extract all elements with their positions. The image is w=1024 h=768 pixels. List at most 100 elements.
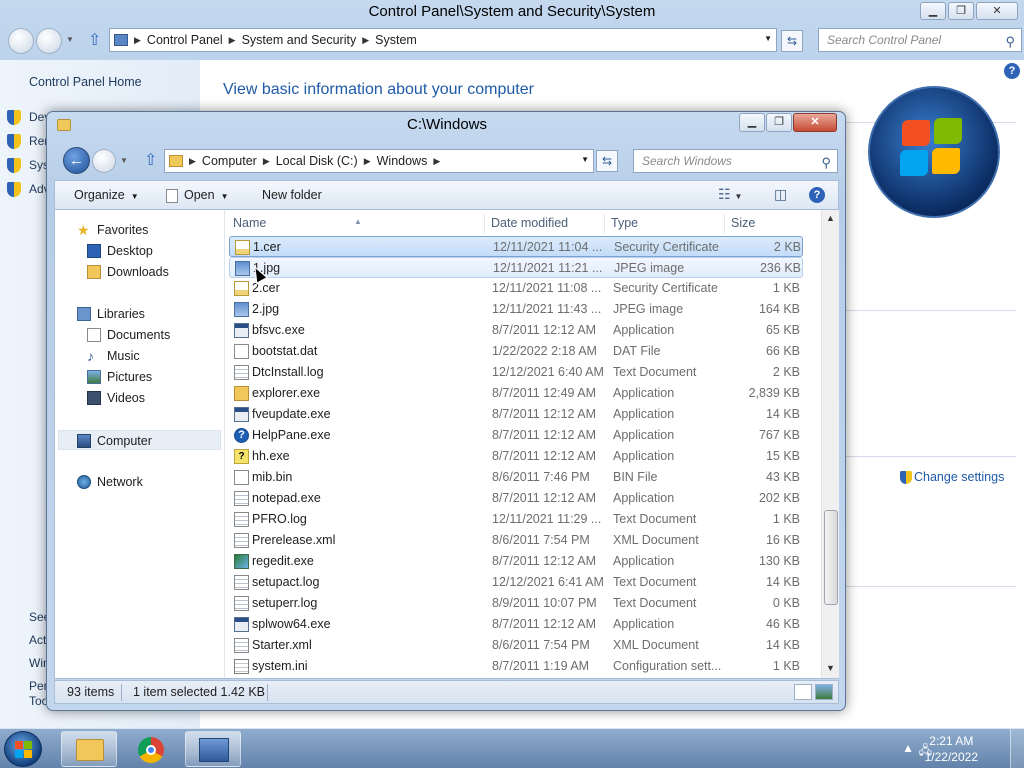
nav-favorites[interactable]: ★ Favorites (55, 220, 223, 240)
taskbar-explorer-button[interactable] (61, 731, 117, 767)
breadcrumb-separator-icon: ▶ (262, 155, 270, 166)
large-icons-view-icon[interactable] (815, 684, 833, 700)
change-view-icon[interactable]: ☷ ▼ (718, 186, 742, 203)
file-row[interactable]: notepad.exe 8/7/2011 12:12 AM Application 2… (229, 488, 803, 509)
recent-pages-chevron-icon[interactable]: ▼ (120, 156, 128, 165)
file-name: explorer.exe (252, 386, 321, 400)
file-row[interactable]: setupact.log 12/12/2021 6:41 AM Text Docum… (229, 572, 803, 593)
details-view-icon[interactable] (794, 684, 812, 700)
file-row[interactable]: Prerelease.xml 8/6/2011 7:54 PM XML Docume… (229, 530, 803, 551)
scroll-thumb[interactable] (824, 510, 838, 605)
file-row[interactable]: bfsvc.exe 8/7/2011 12:12 AM Application 65 … (229, 320, 803, 341)
address-bar[interactable]: ▶ Computer ▶ Local Disk (C:) ▶ Windows ▶… (164, 149, 594, 173)
nav-music[interactable]: ♪ Music (55, 346, 223, 366)
cp-search-input[interactable]: Search Control Panel ⚲ (818, 28, 1022, 52)
nav-documents[interactable]: Documents (55, 325, 223, 345)
cp-close-button[interactable]: ✕ (976, 2, 1018, 20)
crumb-local-disk[interactable]: Local Disk (C:) (270, 154, 364, 168)
column-header-type[interactable]: Type (607, 214, 725, 234)
help-icon[interactable]: ? (809, 187, 825, 203)
taskbar-control-panel-button[interactable] (185, 731, 241, 767)
clock[interactable]: 2:21 AM 1/22/2022 (925, 733, 978, 765)
file-row[interactable]: system.ini 8/7/2011 1:19 AM Configuration … (229, 656, 803, 677)
crumb-computer[interactable]: Computer (196, 154, 263, 168)
column-header-date[interactable]: Date modified (487, 214, 605, 234)
back-button[interactable]: ← (63, 147, 90, 174)
file-type: Application (613, 491, 675, 505)
file-date: 8/7/2011 12:12 AM (492, 428, 597, 442)
scroll-up-icon[interactable]: ▲ (826, 213, 835, 223)
folder-file-icon (234, 386, 249, 401)
change-settings-link[interactable]: Change settings (900, 470, 1004, 485)
file-row[interactable]: 1.cer 12/11/2021 11:04 ... Security Certif… (229, 236, 803, 257)
column-header-size[interactable]: Size (727, 214, 805, 234)
file-row[interactable]: setuperr.log 8/9/2011 10:07 PM Text Docume… (229, 593, 803, 614)
file-row[interactable]: 2.jpg 12/11/2021 11:43 ... JPEG image 164 K… (229, 299, 803, 320)
file-type: XML Document (613, 533, 699, 547)
cp-home-link[interactable]: Control Panel Home (29, 75, 142, 89)
cp-refresh-icon[interactable]: ⇆ (781, 30, 803, 52)
organize-button[interactable]: Organize ▼ (74, 188, 139, 202)
nav-videos[interactable]: Videos (55, 388, 223, 408)
file-row[interactable]: splwow64.exe 8/7/2011 12:12 AM Application… (229, 614, 803, 635)
nav-downloads[interactable]: Downloads (55, 262, 223, 282)
start-button[interactable] (4, 731, 42, 767)
chevron-down-icon: ▼ (220, 192, 229, 201)
vertical-scrollbar[interactable]: ▲ ▼ (821, 210, 839, 678)
cp-minimize-button[interactable]: ▁ (920, 2, 946, 20)
chevron-down-icon: ▼ (130, 192, 139, 201)
column-header-name[interactable]: Name ▲ (229, 214, 485, 234)
cp-up-arrow-icon[interactable]: ⇧ (88, 30, 101, 50)
file-type: Application (613, 449, 675, 463)
file-name: Prerelease.xml (252, 533, 336, 547)
file-type: Application (613, 386, 675, 400)
cp-back-button[interactable] (8, 28, 34, 54)
file-row[interactable]: 1.jpg 12/11/2021 11:21 ... JPEG image 236 K… (229, 257, 803, 278)
forward-button[interactable] (92, 149, 116, 173)
refresh-icon[interactable]: ⇆ (596, 150, 618, 172)
cp-maximize-button[interactable]: ❐ (948, 2, 974, 20)
taskbar-chrome-button[interactable] (123, 731, 179, 767)
new-folder-button[interactable]: New folder (262, 188, 322, 202)
file-row[interactable]: PFRO.log 12/11/2021 11:29 ... Text Documen… (229, 509, 803, 530)
crumb-windows[interactable]: Windows (371, 154, 434, 168)
minimize-button[interactable]: ▁ (739, 113, 765, 132)
file-row[interactable]: explorer.exe 8/7/2011 12:49 AM Application… (229, 383, 803, 404)
help-icon[interactable]: ? (1004, 63, 1020, 79)
open-button[interactable]: Open ▼ (166, 188, 229, 203)
logo-flag-red (902, 120, 930, 146)
cp-recent-chevron-icon[interactable]: ▼ (66, 35, 74, 44)
nav-computer[interactable]: Computer (58, 430, 221, 450)
cp-forward-button[interactable] (36, 28, 62, 54)
file-row[interactable]: regedit.exe 8/7/2011 12:12 AM Application 1… (229, 551, 803, 572)
cp-address-bar[interactable]: ▶ Control Panel ▶ System and Security ▶ … (109, 28, 777, 52)
scroll-down-icon[interactable]: ▼ (826, 663, 835, 673)
address-dropdown-icon[interactable]: ▼ (581, 155, 589, 164)
file-row[interactable]: ? HelpPane.exe 8/7/2011 12:12 AM Applicatio… (229, 425, 803, 446)
address-dropdown-icon[interactable]: ▼ (764, 34, 772, 43)
explorer-window-title: C:\Windows (406, 116, 488, 133)
maximize-button[interactable]: ❐ (766, 113, 792, 132)
file-size: 65 KB (765, 323, 800, 337)
show-hidden-icons[interactable]: ▲ (902, 741, 914, 755)
cp-crumb-control-panel[interactable]: Control Panel (141, 33, 229, 47)
file-row[interactable]: fveupdate.exe 8/7/2011 12:12 AM Applicatio… (229, 404, 803, 425)
cp-crumb-system-security[interactable]: System and Security (236, 33, 363, 47)
search-input[interactable]: Search Windows ⚲ (633, 149, 838, 173)
up-arrow-icon[interactable]: ⇧ (144, 150, 157, 170)
file-row[interactable]: DtcInstall.log 12/12/2021 6:40 AM Text Doc… (229, 362, 803, 383)
file-row[interactable]: bootstat.dat 1/22/2022 2:18 AM DAT File 66 … (229, 341, 803, 362)
file-row[interactable]: ? hh.exe 8/7/2011 12:12 AM Application 15 KB (229, 446, 803, 467)
nav-network[interactable]: Network (55, 472, 223, 492)
cp-crumb-system[interactable]: System (369, 33, 423, 47)
nav-desktop[interactable]: Desktop (55, 241, 223, 261)
file-row[interactable]: mib.bin 8/6/2011 7:46 PM BIN File 43 KB (229, 467, 803, 488)
preview-pane-icon[interactable]: ◫ (774, 186, 787, 203)
show-desktop-button[interactable] (1010, 729, 1024, 768)
close-button[interactable]: ✕ (793, 113, 837, 132)
file-type: Application (613, 428, 675, 442)
file-row[interactable]: 2.cer 12/11/2021 11:08 ... Security Certif… (229, 278, 803, 299)
nav-pictures[interactable]: Pictures (55, 367, 223, 387)
nav-libraries[interactable]: Libraries (55, 304, 223, 324)
file-row[interactable]: Starter.xml 8/6/2011 7:54 PM XML Document 1… (229, 635, 803, 656)
